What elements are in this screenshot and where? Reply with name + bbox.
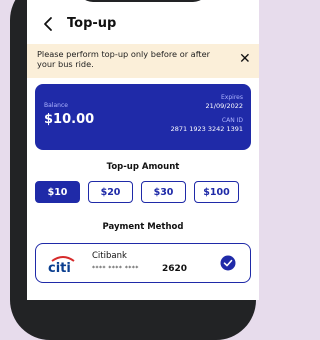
amount-option-10[interactable]: $10 — [35, 181, 80, 203]
can-id-value: 2871 1923 3242 1391 — [170, 125, 243, 133]
app-screen: Top-up Please perform top-up only before… — [27, 0, 259, 300]
balance-value: $10.00 — [44, 112, 95, 127]
amount-options: $10 $20 $30 $100 — [35, 181, 255, 205]
page-title: Top-up — [67, 16, 117, 31]
masked-card-number: **** **** **** — [92, 265, 139, 272]
payment-method-title: Payment Method — [102, 222, 184, 232]
balance-label: Balance — [44, 102, 68, 109]
notice-text: Please perform top-up only before or aft… — [37, 49, 211, 69]
balance-card: Balance $10.00 Expires 21/09/2022 CAN ID… — [35, 84, 251, 150]
expires-label: Expires — [221, 94, 243, 101]
amount-option-30[interactable]: $30 — [141, 181, 186, 203]
phone-notch — [77, 0, 209, 2]
expires-value: 21/09/2022 — [205, 102, 243, 110]
chevron-left-icon[interactable] — [41, 16, 57, 32]
can-id-label: CAN ID — [221, 117, 243, 124]
card-last4: 2620 — [162, 264, 188, 274]
amount-option-100[interactable]: $100 — [194, 181, 239, 203]
citibank-logo: citi — [48, 256, 75, 276]
close-icon[interactable]: ✕ — [239, 52, 251, 66]
topup-amount-title: Top-up Amount — [106, 162, 180, 172]
header: Top-up — [27, 10, 259, 40]
amount-option-20[interactable]: $20 — [88, 181, 133, 203]
check-circle-icon — [220, 255, 236, 271]
payment-option-citibank[interactable]: citi Citibank **** **** **** 2620 — [35, 243, 251, 283]
bank-name: Citibank — [92, 251, 127, 261]
bank-logo-text: citi — [48, 261, 71, 276]
notice-banner: Please perform top-up only before or aft… — [27, 44, 259, 78]
phone-frame: Top-up Please perform top-up only before… — [10, 0, 259, 340]
